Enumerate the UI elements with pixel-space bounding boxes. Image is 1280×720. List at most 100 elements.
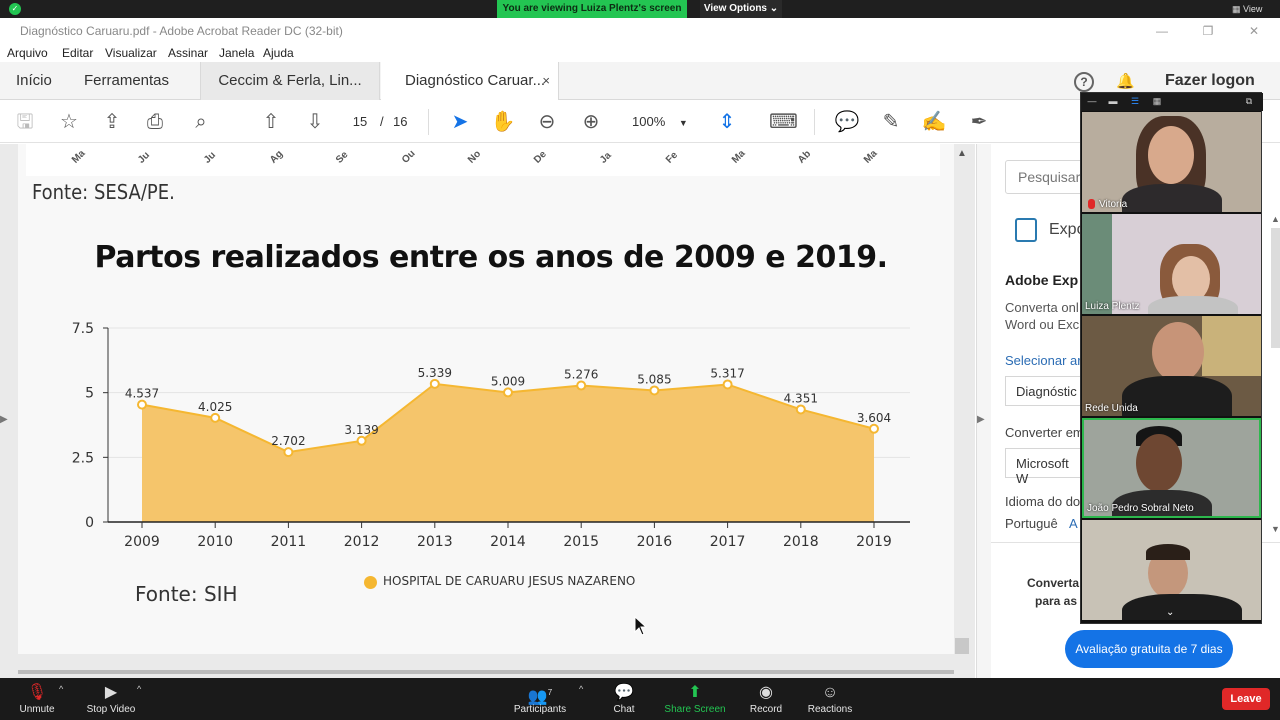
data-label: 5.009 bbox=[491, 374, 525, 388]
zoom-top-bar: ✓ You are viewing Luiza Plentz's screen … bbox=[0, 0, 1280, 18]
comment-icon[interactable]: 💬 bbox=[834, 109, 860, 135]
record-button[interactable]: ◉ Record bbox=[744, 678, 788, 720]
body-shape bbox=[1122, 184, 1222, 212]
share-screen-button[interactable]: ⬆ Share Screen bbox=[664, 678, 726, 720]
leave-button[interactable]: Leave bbox=[1222, 688, 1270, 710]
exit-fullscreen-icon[interactable]: ⧉ bbox=[1243, 96, 1255, 107]
view-button[interactable]: ▦ View bbox=[1232, 2, 1278, 16]
print-icon[interactable]: ⎙ bbox=[142, 109, 168, 135]
tab-ferramentas[interactable]: Ferramentas bbox=[84, 62, 169, 100]
page-total: 16 bbox=[393, 114, 408, 129]
panel-scroll-down-icon[interactable]: ▼ bbox=[1271, 524, 1280, 534]
highlight-pen-icon[interactable]: ✎ bbox=[878, 109, 904, 135]
draw-icon[interactable]: ✍ bbox=[921, 109, 947, 135]
stop-video-button[interactable]: ▶ Stop Video bbox=[80, 678, 142, 720]
unmute-label: Unmute bbox=[19, 704, 55, 715]
tab-document-ceccim[interactable]: Ceccim & Ferla, Lin... bbox=[200, 62, 380, 100]
change-language-link[interactable]: A bbox=[1069, 516, 1078, 531]
page-fit-icon[interactable]: ⇕ bbox=[714, 109, 740, 135]
scroll-gallery-icon[interactable]: ⌄ bbox=[1166, 607, 1174, 618]
scroll-up-icon[interactable]: ▲ bbox=[955, 148, 969, 162]
zoom-in-icon[interactable]: ⊕ bbox=[578, 109, 604, 135]
dropdown-caret-icon: ▼ bbox=[678, 118, 688, 128]
help-icon[interactable]: ? bbox=[1074, 72, 1094, 92]
save-icon[interactable]: 🖫 bbox=[12, 109, 38, 135]
hair-shape bbox=[1146, 544, 1190, 560]
hide-video-icon[interactable]: ▬ bbox=[1107, 96, 1119, 107]
audio-options-caret-icon[interactable]: ^ bbox=[59, 684, 63, 694]
video-tile-rede-unida[interactable]: Rede Unida bbox=[1082, 316, 1261, 416]
previous-chart-strip: Ma Ju Ju Ag Se Ou No De Ja Fe Ma Ab Ma bbox=[26, 144, 940, 176]
panel-scroll-up-icon[interactable]: ▲ bbox=[1271, 214, 1280, 224]
video-camera-icon: ▶ bbox=[104, 684, 118, 701]
body-shape bbox=[1122, 594, 1242, 620]
face-shape bbox=[1136, 434, 1182, 492]
zoom-out-icon[interactable]: ⊖ bbox=[534, 109, 560, 135]
menu-visualizar[interactable]: Visualizar bbox=[105, 46, 157, 60]
gallery-view-icon[interactable]: ▦ bbox=[1151, 96, 1163, 107]
select-cursor-icon[interactable]: ➤ bbox=[447, 109, 473, 135]
document-viewport[interactable]: ▶ Ma Ju Ju Ag Se Ou No De Ja Fe Ma Ab Ma Fonte: SESA… bbox=[0, 144, 975, 678]
close-tab-icon[interactable]: × bbox=[542, 62, 550, 100]
export-description-line1: Converta onl bbox=[1005, 300, 1079, 315]
stop-video-label: Stop Video bbox=[86, 704, 136, 715]
minimize-gallery-icon[interactable]: — bbox=[1086, 96, 1098, 107]
page-number-input[interactable]: 15 bbox=[344, 112, 376, 132]
background-painting bbox=[1202, 316, 1261, 376]
previous-page-icon[interactable]: ⇧ bbox=[258, 109, 284, 135]
hand-tool-icon[interactable]: ✋ bbox=[490, 109, 516, 135]
horizontal-scrollbar[interactable] bbox=[18, 670, 954, 674]
select-file-link[interactable]: Selecionar ar bbox=[1005, 353, 1082, 368]
sign-icon[interactable]: ✒ bbox=[966, 109, 992, 135]
legend-swatch bbox=[364, 576, 377, 589]
right-panel-toggle-icon[interactable]: ▶ bbox=[977, 414, 987, 434]
export-description-line2: Word ou Exc bbox=[1005, 317, 1080, 332]
upload-cloud-icon[interactable]: ⇪ bbox=[99, 109, 125, 135]
free-trial-button[interactable]: Avaliação gratuita de 7 dias bbox=[1065, 630, 1233, 668]
share-banner: You are viewing Luiza Plentz's screen bbox=[497, 0, 687, 18]
next-page-icon[interactable]: ⇩ bbox=[302, 109, 328, 135]
zoom-search-icon[interactable]: ⌕ bbox=[188, 109, 214, 135]
video-tile-vitoria[interactable]: Vitoria bbox=[1082, 112, 1261, 212]
participants-button[interactable]: 👥7 Participants bbox=[510, 678, 570, 720]
bell-icon[interactable]: 🔔 bbox=[1116, 72, 1135, 90]
minimize-icon[interactable]: — bbox=[1140, 18, 1184, 44]
close-window-icon[interactable]: ✕ bbox=[1232, 18, 1276, 44]
vertical-scrollbar-thumb[interactable] bbox=[955, 638, 969, 654]
source-note-sesa: Fonte: SESA/PE. bbox=[32, 180, 175, 204]
bookmark-star-icon[interactable]: ☆ bbox=[56, 109, 82, 135]
speaker-view-icon[interactable]: ☰ bbox=[1129, 96, 1141, 107]
scroll-mode-icon[interactable]: ⌨ bbox=[769, 109, 798, 135]
data-point bbox=[503, 387, 513, 398]
tab-inicio[interactable]: Início bbox=[16, 62, 52, 100]
participant-name: Rede Unida bbox=[1085, 403, 1138, 414]
menu-janela[interactable]: Janela bbox=[219, 46, 254, 60]
data-point bbox=[137, 399, 147, 410]
zoom-level-select[interactable]: 100% ▼ bbox=[620, 112, 692, 132]
previous-chart-month-tick: Ma bbox=[730, 148, 748, 166]
page-separator: / bbox=[380, 114, 384, 129]
menu-arquivo[interactable]: Arquivo bbox=[7, 46, 48, 60]
toolbar-divider bbox=[428, 109, 429, 135]
data-label: 5.276 bbox=[564, 368, 598, 382]
menu-ajuda[interactable]: Ajuda bbox=[263, 46, 294, 60]
unmute-button[interactable]: 🎙 Unmute bbox=[12, 678, 62, 720]
tab-document-diagnostico[interactable]: Diagnóstico Caruar... × bbox=[381, 62, 559, 100]
video-tile-joao-pedro[interactable]: João Pedro Sobral Neto bbox=[1082, 418, 1261, 518]
x-tick-label: 2016 bbox=[637, 534, 673, 550]
promo-line2: para as bbox=[1035, 594, 1078, 608]
view-options-button[interactable]: View Options ⌄ bbox=[700, 0, 782, 18]
video-tile-participant-5[interactable]: ⌄ bbox=[1082, 520, 1261, 620]
chat-button[interactable]: 💬 Chat bbox=[606, 678, 642, 720]
video-options-caret-icon[interactable]: ^ bbox=[137, 684, 141, 694]
menu-editar[interactable]: Editar bbox=[62, 46, 93, 60]
reactions-button[interactable]: ☺ Reactions bbox=[806, 678, 854, 720]
participants-caret-icon[interactable]: ^ bbox=[579, 684, 583, 694]
video-tile-luiza[interactable]: Luiza Plentz bbox=[1082, 214, 1261, 314]
left-panel-toggle-icon[interactable]: ▶ bbox=[0, 414, 10, 434]
panel-scrollbar-thumb[interactable] bbox=[1271, 228, 1280, 348]
restore-icon[interactable]: ❐ bbox=[1186, 18, 1230, 44]
view-label: View bbox=[1243, 4, 1263, 14]
menu-assinar[interactable]: Assinar bbox=[168, 46, 208, 60]
x-tick-label: 2015 bbox=[563, 534, 599, 550]
